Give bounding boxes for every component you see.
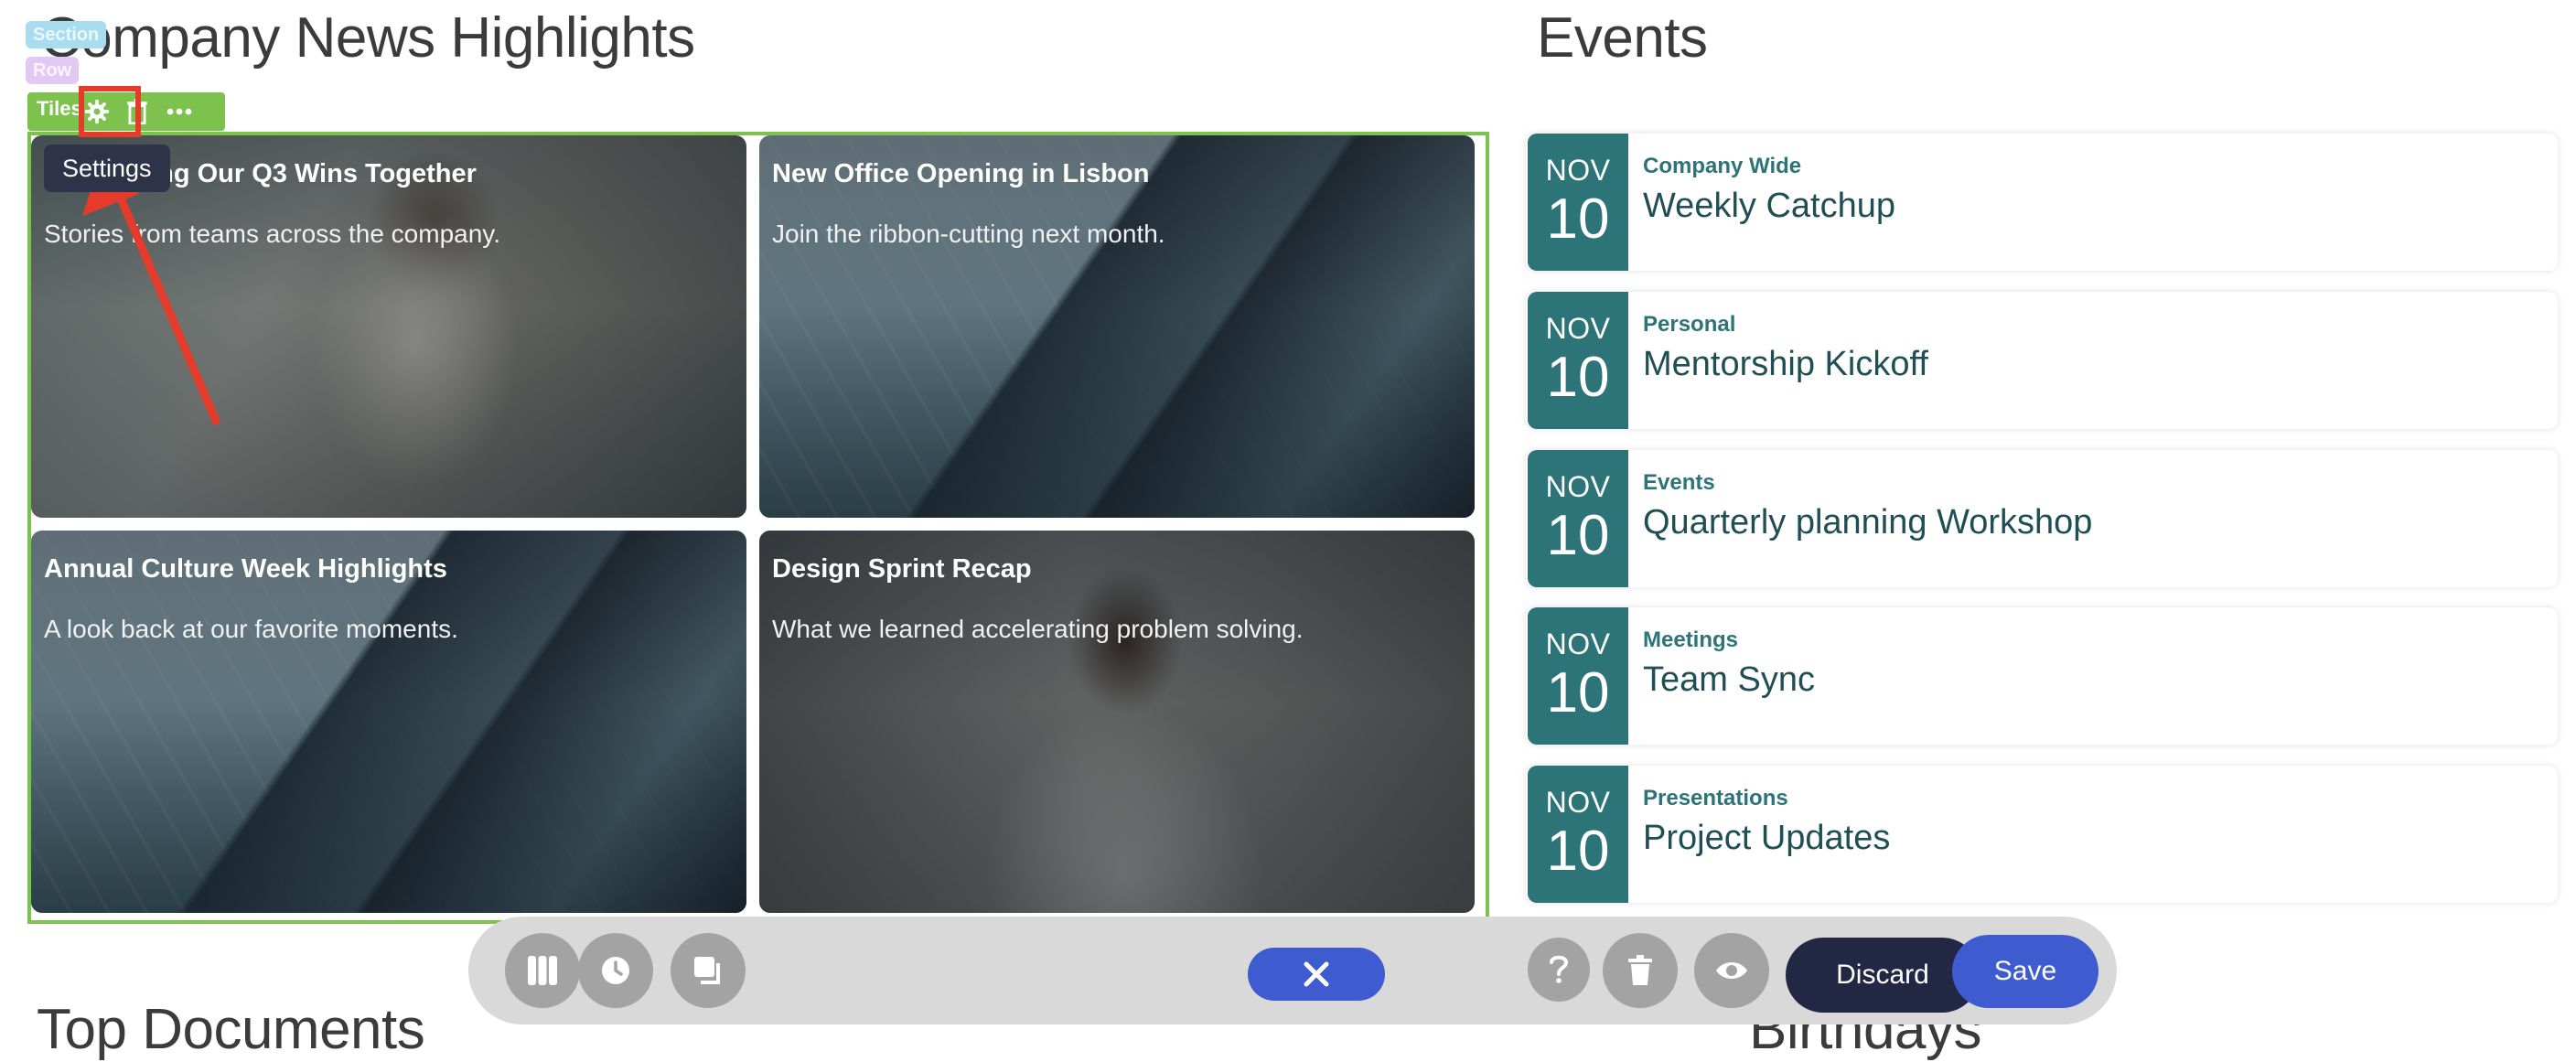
event-day: 10 (1546, 820, 1610, 883)
event-name[interactable]: Project Updates (1643, 819, 1890, 858)
event-day: 10 (1546, 504, 1610, 567)
event-day: 10 (1546, 188, 1610, 251)
event-month: NOV (1545, 628, 1611, 660)
discard-button[interactable]: Discard (1786, 938, 1980, 1013)
section-chip[interactable]: Section (26, 21, 107, 48)
event-category: Meetings (1643, 628, 1739, 652)
tile-title: Annual Culture Week Highlights (44, 554, 447, 584)
eye-icon[interactable] (1694, 933, 1769, 1008)
event-month: NOV (1545, 470, 1611, 503)
columns-icon[interactable] (505, 933, 580, 1008)
event-card[interactable]: NOV 10 Presentations Project Updates (1526, 766, 2558, 903)
event-month: NOV (1545, 312, 1611, 345)
tiles-chip-label: Tiles (37, 97, 82, 120)
trash-icon[interactable] (1603, 933, 1678, 1008)
more-icon[interactable] (161, 93, 198, 130)
tile-title: Design Sprint Recap (772, 554, 1032, 584)
row-chip[interactable]: Row (26, 57, 80, 84)
event-name[interactable]: Weekly Catchup (1643, 187, 1895, 226)
settings-tooltip: Settings (44, 145, 170, 192)
save-button[interactable]: Save (1952, 935, 2098, 1008)
tile-subtitle: A look back at our favorite moments. (44, 615, 458, 643)
event-date-badge: NOV 10 (1528, 766, 1628, 903)
event-category: Company Wide (1643, 154, 1802, 178)
event-category: Personal (1643, 312, 1736, 337)
news-tile[interactable]: Annual Culture Week Highlights A look ba… (31, 531, 746, 913)
events-section-title: Events (1537, 6, 1708, 70)
event-category: Presentations (1643, 786, 1788, 810)
event-date-badge: NOV 10 (1528, 450, 1628, 587)
event-card[interactable]: NOV 10 Personal Mentorship Kickoff (1526, 292, 2558, 429)
news-tile[interactable]: New Office Opening in Lisbon Join the ri… (759, 135, 1475, 518)
event-name[interactable]: Quarterly planning Workshop (1643, 503, 2092, 542)
close-icon[interactable] (1248, 948, 1385, 1001)
event-card[interactable]: NOV 10 Events Quarterly planning Worksho… (1526, 450, 2558, 587)
event-month: NOV (1545, 786, 1611, 819)
event-date-badge: NOV 10 (1528, 292, 1628, 429)
event-category: Events (1643, 470, 1715, 495)
event-name[interactable]: Mentorship Kickoff (1643, 345, 1928, 384)
documents-section-title: Top Documents (37, 998, 425, 1061)
tile-subtitle: Join the ribbon-cutting next month. (772, 220, 1165, 248)
help-icon[interactable] (1528, 938, 1590, 1002)
event-day: 10 (1546, 346, 1610, 409)
tile-title: New Office Opening in Lisbon (772, 159, 1150, 188)
history-icon[interactable] (578, 933, 653, 1008)
news-section-title: Company News Highlights (40, 6, 695, 70)
tile-subtitle: What we learned accelerating problem sol… (772, 615, 1304, 643)
event-date-badge: NOV 10 (1528, 134, 1628, 271)
event-card[interactable]: NOV 10 Meetings Team Sync (1526, 607, 2558, 745)
event-day: 10 (1546, 661, 1610, 724)
event-date-badge: NOV 10 (1528, 607, 1628, 745)
event-name[interactable]: Team Sync (1643, 660, 1815, 700)
copy-icon[interactable] (671, 933, 746, 1008)
settings-highlight-box (79, 86, 141, 137)
news-tile[interactable]: Design Sprint Recap What we learned acce… (759, 531, 1475, 913)
event-card[interactable]: NOV 10 Company Wide Weekly Catchup (1526, 134, 2558, 271)
event-month: NOV (1545, 154, 1611, 187)
